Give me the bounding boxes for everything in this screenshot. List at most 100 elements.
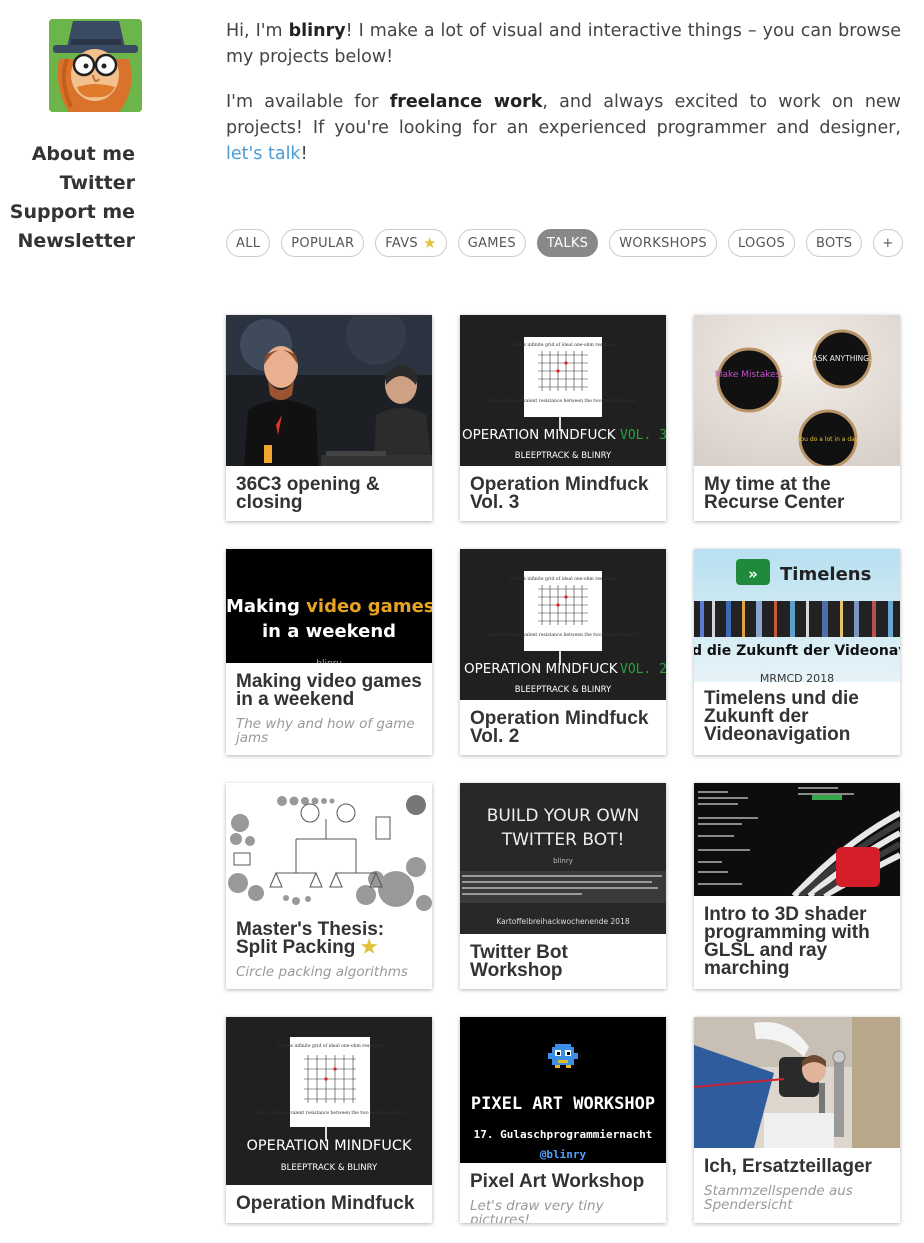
thumb-text: TWITTER BOT!: [501, 830, 625, 850]
filter-more[interactable]: +: [873, 229, 903, 257]
thumb-vol: VOL. 2: [620, 662, 666, 677]
project-card-timelens[interactable]: » Timelens d die Zukunft der Videonaviga…: [694, 549, 900, 755]
project-thumbnail: PIXEL ART WORKSHOP 17. Gulaschprogrammie…: [460, 1017, 666, 1163]
thumb-title: OPERATION MINDFUCK: [462, 427, 617, 443]
thumb-handle: @blinry: [540, 1148, 587, 1161]
thumb-vol: VOL. 3: [620, 428, 666, 443]
filter-favs-label: FAVS: [385, 235, 418, 251]
thumb-author: blinry: [316, 659, 342, 663]
svg-text:Making video games: Making video games: [226, 596, 432, 617]
filter-games[interactable]: GAMES: [457, 229, 526, 257]
thumb-authors: BLEEPTRACK & BLINRY: [515, 685, 612, 695]
project-thumbnail: » Timelens d die Zukunft der Videonaviga…: [694, 549, 900, 682]
project-card-glsl-ray-marching[interactable]: Intro to 3D shader programming with GLSL…: [694, 783, 900, 989]
project-subtitle: Let's draw very tiny pictures!: [470, 1198, 604, 1223]
thumb-text: Making: [226, 596, 306, 617]
filter-popular[interactable]: POPULAR: [281, 229, 365, 257]
project-title: Operation Mindfuck Vol. 2: [470, 708, 649, 747]
project-card-split-packing[interactable]: Master's Thesis: Split Packing ★ Circle …: [226, 783, 432, 989]
freelance-work: freelance work: [389, 92, 543, 112]
filter-bots[interactable]: BOTS: [806, 229, 863, 257]
project-thumbnail: Making video games in a weekend blinry: [226, 549, 432, 663]
project-card-twitter-bot-workshop[interactable]: BUILD YOUR OWN TWITTER BOT! blinry Karto…: [460, 783, 666, 989]
thumb-title: OPERATION MINDFUCK: [464, 661, 619, 677]
filter-workshops[interactable]: WORKSHOPS: [609, 229, 717, 257]
filter-favs[interactable]: FAVS ★: [375, 229, 447, 257]
thumb-event: MRMCD 2018: [760, 672, 834, 682]
project-thumbnail: Make Mistakes. ASK ANYTHING. You do a lo…: [694, 315, 900, 466]
project-card-recurse-center[interactable]: Make Mistakes. ASK ANYTHING. You do a lo…: [694, 315, 900, 521]
thumb-title: OPERATION MINDFUCK: [247, 1138, 412, 1154]
thumb-text: BUILD YOUR OWN: [487, 806, 640, 826]
intro-text: I'm available for: [226, 92, 390, 112]
filter-tags: ALL POPULAR FAVS ★ GAMES TALKS WORKSHOPS …: [226, 229, 903, 257]
riddle-text: what's the equivalent resistance between…: [488, 398, 638, 404]
lets-talk-link[interactable]: let's talk: [226, 144, 301, 164]
project-thumbnail: [226, 783, 432, 911]
project-title: Operation Mindfuck: [236, 1193, 415, 1214]
project-subtitle: Stammzellspende aus Spendersicht: [704, 1183, 853, 1213]
intro-paragraph-2: I'm available for freelance work, and al…: [226, 89, 901, 167]
project-title: Twitter Bot Workshop: [470, 942, 568, 981]
project-title: 36C3 opening & closing: [236, 474, 380, 513]
thumb-text-highlight: video games: [306, 596, 432, 617]
thumb-caption: d die Zukunft der Videonavigati: [694, 643, 900, 659]
project-title: Making video games in a weekend: [236, 671, 422, 710]
riddle-text: On this infinite grid of ideal one-ohm r…: [277, 1043, 384, 1049]
intro-text: Hi, I'm: [226, 21, 289, 41]
project-card-operation-mindfuck-vol-3[interactable]: On this infinite grid of ideal one-ohm r…: [460, 315, 666, 521]
project-card-operation-mindfuck-vol-2[interactable]: On this infinite grid of ideal one-ohm r…: [460, 549, 666, 755]
project-title: Timelens und die Zukunft der Videonaviga…: [704, 688, 859, 745]
filter-logos[interactable]: LOGOS: [727, 229, 796, 257]
riddle-text: On this infinite grid of ideal one-ohm r…: [510, 576, 617, 582]
filter-talks[interactable]: TALKS: [536, 229, 599, 257]
project-thumbnail: [694, 1017, 900, 1148]
project-title: Operation Mindfuck Vol. 3: [470, 474, 649, 513]
project-title: Pixel Art Workshop: [470, 1171, 645, 1192]
hoop-text: You do a lot in a day: [797, 436, 859, 443]
thumb-author: blinry: [553, 857, 573, 865]
project-card-operation-mindfuck[interactable]: On this infinite grid of ideal one-ohm r…: [226, 1017, 432, 1223]
thumb-brand: Timelens: [780, 564, 871, 585]
nav-newsletter[interactable]: Newsletter: [0, 227, 135, 256]
nav-twitter[interactable]: Twitter: [0, 169, 135, 198]
intro-text: !: [300, 144, 308, 164]
nav-about-me[interactable]: About me: [0, 140, 135, 169]
riddle-text: what's the equivalent resistance between…: [255, 1110, 405, 1116]
filter-all[interactable]: ALL: [226, 229, 271, 257]
star-icon: ★: [422, 234, 437, 252]
riddle-text: what's the equivalent resistance between…: [488, 632, 638, 638]
thumb-text: PIXEL ART WORKSHOP: [471, 1094, 655, 1114]
project-card-pixel-art-workshop[interactable]: PIXEL ART WORKSHOP 17. Gulaschprogrammie…: [460, 1017, 666, 1223]
intro-paragraph-1: Hi, I'm blinry! I make a lot of visual a…: [226, 18, 901, 70]
project-card-36c3[interactable]: 36C3 opening & closing: [226, 315, 432, 521]
thumb-event: Kartoffelbreihackwochenende 2018: [496, 917, 629, 926]
svg-text:»: »: [748, 565, 758, 583]
project-subtitle: Circle packing algorithms: [236, 964, 408, 980]
riddle-text: On this infinite grid of ideal one-ohm r…: [510, 342, 617, 348]
project-title: My time at the Recurse Center: [704, 474, 845, 513]
project-title: Intro to 3D shader programming with GLSL…: [704, 904, 870, 979]
thumb-text: 17. Gulaschprogrammiernacht: [474, 1128, 653, 1141]
project-thumbnail: On this infinite grid of ideal one-ohm r…: [460, 549, 666, 700]
thumb-text: in a weekend: [262, 621, 396, 642]
hoop-text: ASK ANYTHING.: [813, 354, 872, 363]
nav-support-me[interactable]: Support me: [0, 198, 135, 227]
star-icon: ★: [360, 937, 378, 958]
side-nav: About me Twitter Support me Newsletter: [0, 140, 135, 256]
project-title-wrap: Master's Thesis: Split Packing ★: [226, 911, 432, 957]
project-thumbnail: On this infinite grid of ideal one-ohm r…: [226, 1017, 432, 1185]
project-thumbnail: On this infinite grid of ideal one-ohm r…: [460, 315, 666, 466]
project-thumbnail: [226, 315, 432, 466]
thumb-authors: BLEEPTRACK & BLINRY: [515, 451, 612, 461]
hoop-text: Make Mistakes.: [715, 370, 784, 380]
thumb-authors: BLEEPTRACK & BLINRY: [281, 1163, 378, 1173]
project-thumbnail: [694, 783, 900, 896]
project-card-making-video-games[interactable]: Making video games in a weekend blinry M…: [226, 549, 432, 755]
avatar[interactable]: [49, 19, 142, 112]
project-card-ersatzteillager[interactable]: Ich, Ersatzteillager Stammzellspende aus…: [694, 1017, 900, 1223]
project-title: Ich, Ersatzteillager: [704, 1156, 872, 1177]
author-name: blinry: [288, 21, 346, 41]
intro: Hi, I'm blinry! I make a lot of visual a…: [226, 18, 901, 186]
project-subtitle: The why and how of game jams: [236, 716, 415, 746]
